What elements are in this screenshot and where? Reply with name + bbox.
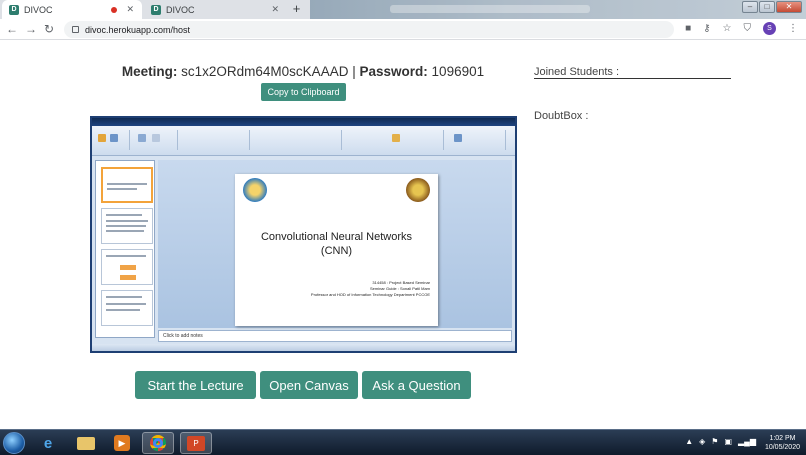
extension-shield-icon[interactable]: ⛉	[744, 23, 752, 34]
meeting-label: Meeting:	[121, 64, 178, 79]
browser-tab-divoc-active[interactable]: D DIVOC ✕	[2, 0, 142, 19]
internet-explorer-icon[interactable]: e	[32, 432, 64, 454]
reload-icon[interactable]: ↻	[44, 22, 54, 36]
powerpoint-titlebar	[92, 118, 515, 126]
college-logo-icon	[243, 178, 267, 202]
meeting-info: Meeting: sc1x2ORdm64M0scKAAAD | Password…	[0, 64, 606, 79]
url-text: divoc.herokuapp.com/host	[85, 24, 191, 35]
bookmark-star-icon[interactable]: ☆	[723, 23, 732, 34]
joined-students-divider	[534, 78, 731, 79]
media-player-icon[interactable]: ▶	[106, 432, 138, 454]
current-slide: Convolutional Neural Networks (CNN) 3144…	[235, 174, 438, 326]
maximize-icon[interactable]: □	[759, 1, 775, 13]
slide-thumbnails-pane	[95, 160, 155, 338]
divoc-favicon-icon: D	[151, 4, 161, 15]
close-tab-icon[interactable]: ✕	[126, 4, 134, 15]
institute-seal-icon	[406, 178, 430, 202]
shared-screen-preview: Convolutional Neural Networks (CNN) 3144…	[90, 116, 517, 353]
recording-indicator-icon	[111, 6, 118, 13]
camera-icon[interactable]: ■	[685, 23, 691, 34]
browser-tab-strip: D DIVOC ✕ D DIVOC ✕ + – □ ✕	[0, 0, 806, 19]
divoc-favicon-icon: D	[9, 4, 19, 15]
ask-question-button[interactable]: Ask a Question	[362, 371, 471, 399]
key-icon[interactable]: ⚷	[703, 23, 710, 34]
close-tab-icon[interactable]: ✕	[271, 4, 279, 15]
slide-thumbnail	[101, 208, 153, 244]
clock-time: 1:02 PM	[769, 435, 796, 442]
powerpoint-body: Convolutional Neural Networks (CNN) 3144…	[92, 158, 515, 345]
browser-toolbar-icons: ■ ⚷ ☆ ⛉ S ⋮	[685, 22, 798, 35]
close-window-icon[interactable]: ✕	[776, 1, 802, 13]
powerpoint-ribbon	[92, 126, 515, 156]
new-tab-button[interactable]: +	[289, 2, 304, 17]
powerpoint-statusbar	[92, 344, 515, 351]
back-icon[interactable]: ←	[6, 22, 18, 36]
doubtbox-label: DoubtBox :	[534, 110, 589, 122]
address-bar: ← → ↻ divoc.herokuapp.com/host ■ ⚷ ☆ ⛉ S…	[0, 19, 806, 40]
chrome-icon[interactable]	[142, 432, 174, 454]
slide-subtitle: 314458 : Project Based Seminar Seminar G…	[310, 280, 430, 297]
separator: |	[352, 64, 356, 79]
tab-title: DIVOC	[166, 4, 195, 15]
system-tray: ▲ ◈ ⚑ ▣ ▂▄▆	[685, 437, 756, 446]
security-icon[interactable]: ◈	[699, 437, 705, 446]
slide-title: Convolutional Neural Networks (CNN)	[260, 231, 412, 257]
password-label: Password:	[359, 64, 428, 79]
menu-dots-icon[interactable]: ⋮	[788, 23, 798, 34]
profile-avatar[interactable]: S	[763, 22, 776, 35]
lock-icon	[72, 26, 79, 33]
slide-thumbnail	[101, 249, 153, 285]
system-clock[interactable]: 1:02 PM 10/05/2020	[765, 434, 800, 452]
open-canvas-button[interactable]: Open Canvas	[260, 371, 358, 399]
browser-tab-divoc[interactable]: D DIVOC ✕	[144, 0, 287, 19]
window-controls: – □ ✕	[742, 1, 802, 13]
tray-expand-icon[interactable]: ▲	[685, 437, 693, 446]
background-window-titlebar: – □ ✕	[310, 0, 806, 19]
tab-title: DIVOC	[24, 4, 53, 15]
file-explorer-icon[interactable]	[70, 432, 102, 454]
network-signal-icon[interactable]: ▂▄▆	[738, 437, 756, 446]
joined-students-label: Joined Students :	[534, 66, 620, 78]
slide-notes: Click to add notes	[158, 330, 512, 342]
slide-canvas: Convolutional Neural Networks (CNN) 3144…	[158, 160, 512, 328]
windows-taskbar: e ▶ P ▲ ◈ ⚑ ▣ ▂▄▆ 1:02 PM 10/05/2020	[0, 429, 806, 455]
blurred-window-title	[390, 5, 590, 13]
url-input[interactable]: divoc.herokuapp.com/host	[64, 21, 674, 38]
password-value: 1096901	[431, 64, 485, 79]
action-center-flag-icon[interactable]: ⚑	[711, 437, 718, 446]
copy-to-clipboard-button[interactable]: Copy to Clipboard	[261, 83, 346, 101]
slide-thumbnail	[101, 167, 153, 203]
forward-icon[interactable]: →	[25, 22, 37, 36]
meeting-id: sc1x2ORdm64M0scKAAAD	[181, 64, 349, 79]
powerpoint-icon[interactable]: P	[180, 432, 212, 454]
start-lecture-button[interactable]: Start the Lecture	[135, 371, 256, 399]
clock-date: 10/05/2020	[764, 444, 800, 451]
slide-thumbnail	[101, 290, 153, 326]
start-button[interactable]	[3, 432, 25, 454]
minimize-icon[interactable]: –	[742, 1, 758, 13]
device-icon[interactable]: ▣	[724, 437, 732, 446]
